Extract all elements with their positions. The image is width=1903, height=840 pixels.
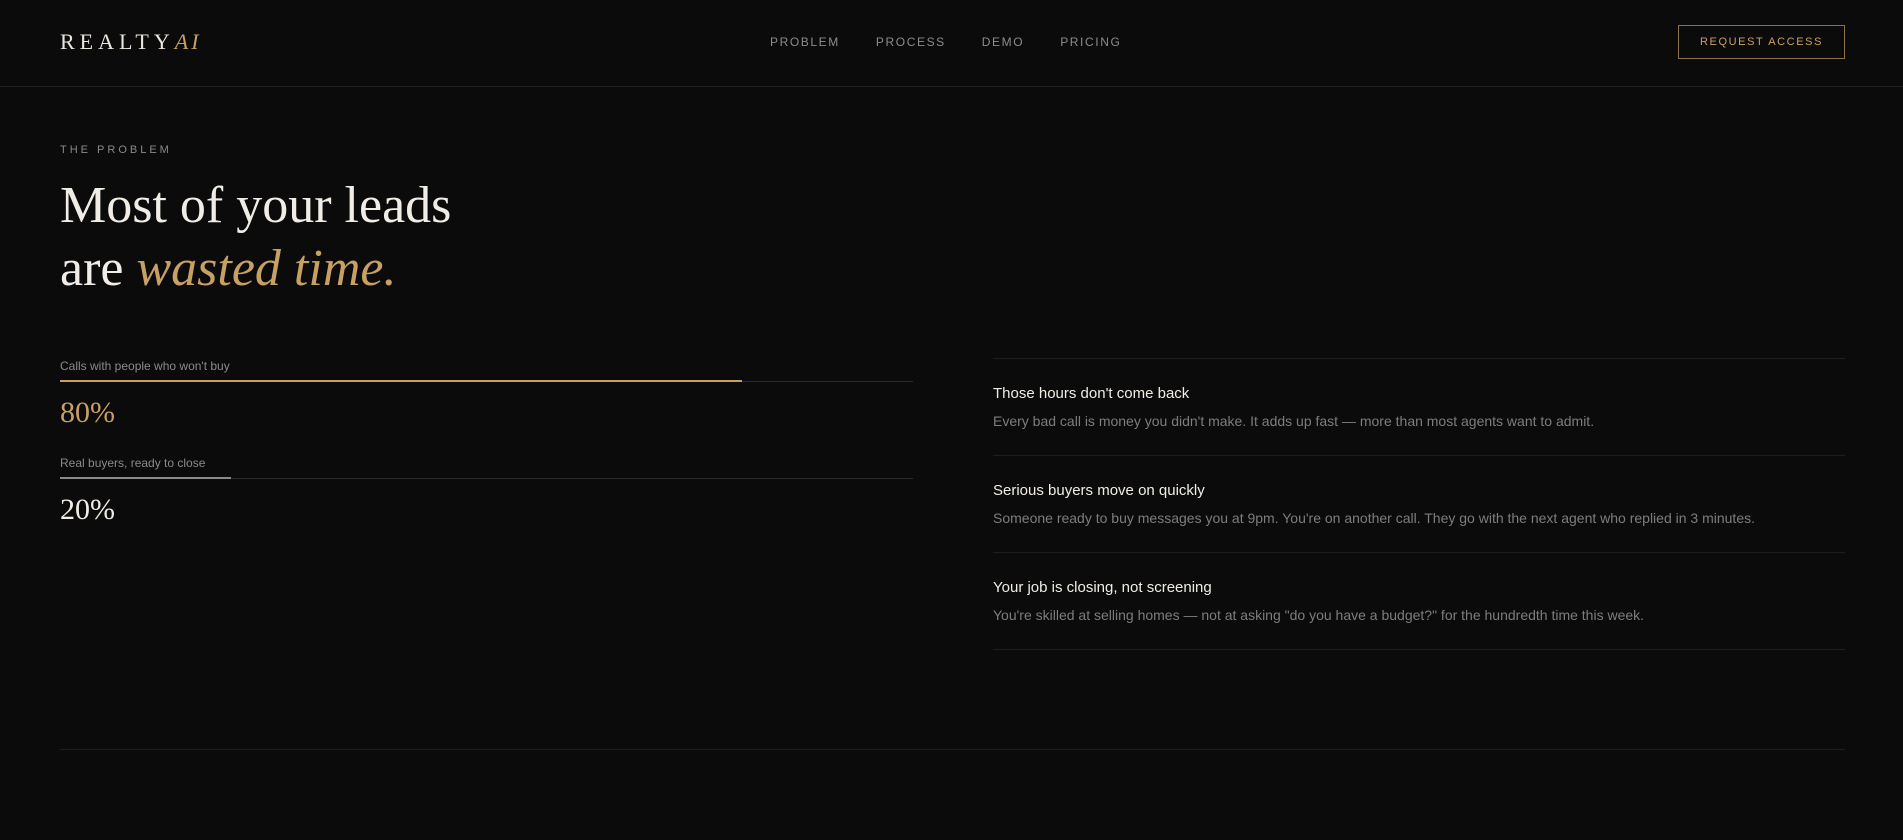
section-divider: [60, 749, 1845, 750]
nav-link-demo[interactable]: DEMO: [982, 35, 1024, 49]
pain-point-body: You're skilled at selling homes — not at…: [993, 607, 1645, 623]
stat-value: 20%: [60, 493, 115, 526]
pain-point-body: Every bad call is money you didn't make.…: [993, 413, 1595, 429]
headline-line-1: Most of your leads: [60, 177, 452, 234]
brand-accent: AI: [174, 29, 202, 54]
stat-bar-track: [60, 477, 913, 479]
headline-accent: wasted time.: [136, 240, 397, 297]
pain-point-item: Those hours don't come back Every bad ca…: [993, 359, 1845, 456]
pain-points-list: Those hours don't come back Every bad ca…: [993, 358, 1845, 650]
stat-real-buyers: Real buyers, ready to close 20%: [60, 456, 913, 527]
pain-point-title: Serious buyers move on quickly: [993, 482, 1205, 499]
main-nav: PROBLEM PROCESS DEMO PRICING: [770, 35, 1157, 49]
section-headline: Most of your leads are wasted time.: [60, 174, 451, 300]
nav-link-pricing[interactable]: PRICING: [1060, 35, 1121, 49]
stat-wasted-calls: Calls with people who won't buy 80%: [60, 359, 913, 430]
nav-link-problem[interactable]: PROBLEM: [770, 35, 840, 49]
brand-logo[interactable]: REALTYAI: [60, 30, 202, 54]
stat-bar-fill: [60, 380, 742, 382]
request-access-button[interactable]: REQUEST ACCESS: [1678, 25, 1845, 59]
top-navbar: REALTYAI PROBLEM PROCESS DEMO PRICING RE…: [0, 0, 1903, 87]
stat-label: Calls with people who won't buy: [60, 359, 230, 373]
headline-line-2-prefix: are: [60, 240, 137, 297]
pain-point-item: Your job is closing, not screening You'r…: [993, 553, 1845, 650]
section-eyebrow: THE PROBLEM: [60, 144, 172, 156]
nav-link-process[interactable]: PROCESS: [876, 35, 946, 49]
pain-point-item: Serious buyers move on quickly Someone r…: [993, 456, 1845, 553]
stat-value: 80%: [60, 396, 115, 429]
brand-name: REALTY: [60, 29, 175, 54]
pain-point-title: Your job is closing, not screening: [993, 579, 1212, 596]
pain-point-body: Someone ready to buy messages you at 9pm…: [993, 510, 1755, 526]
stat-bar-fill: [60, 477, 231, 479]
pain-point-title: Those hours don't come back: [993, 385, 1190, 402]
stat-bar-track: [60, 380, 913, 382]
stat-label: Real buyers, ready to close: [60, 456, 206, 470]
